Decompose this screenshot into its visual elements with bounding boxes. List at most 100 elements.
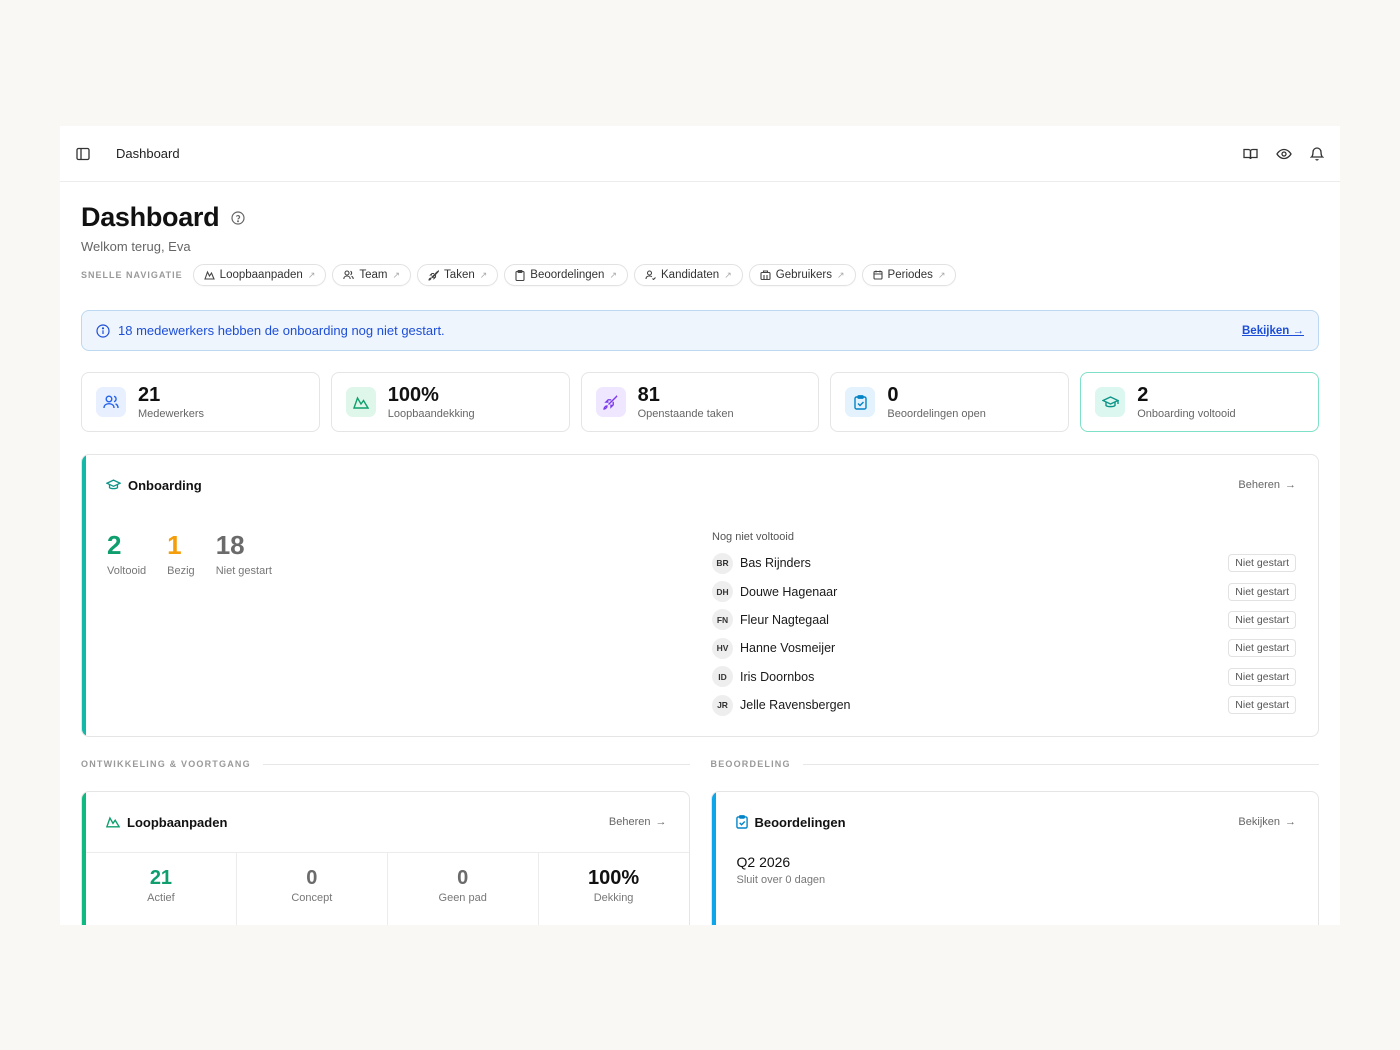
count-value: 2 xyxy=(107,530,122,560)
mountain-icon xyxy=(106,816,120,828)
manage-link[interactable]: Beheren → xyxy=(609,816,667,828)
avatar: BR xyxy=(712,552,733,574)
metric-concept: 0 Concept xyxy=(237,853,388,925)
metric-label: Dekking xyxy=(593,892,634,904)
status-badge: Niet gestart xyxy=(1228,696,1296,715)
stat-loopbaandekking[interactable]: 100% Loopbaandekking xyxy=(330,372,570,432)
chip-label: Periodes xyxy=(887,269,933,281)
list-item[interactable]: HV Hanne Vosmeijer Niet gestart xyxy=(712,634,1296,662)
quicknav-label: SNELLE NAVIGATIE xyxy=(81,270,183,280)
card-accent xyxy=(82,792,86,925)
eye-icon[interactable] xyxy=(1276,148,1292,160)
mountain-icon xyxy=(345,387,376,417)
graduation-cap-icon xyxy=(1095,387,1126,417)
person-name: Bas Rijnders xyxy=(740,556,811,571)
stat-openstaande-taken[interactable]: 81 Openstaande taken xyxy=(580,372,820,432)
stat-value: 100% xyxy=(387,383,439,406)
stat-value: 21 xyxy=(138,383,161,406)
users-icon xyxy=(96,387,126,417)
stat-label: Onboarding voltooid xyxy=(1137,407,1236,420)
book-icon[interactable] xyxy=(1243,147,1258,161)
person-name: Jelle Ravensbergen xyxy=(740,698,851,713)
count-label: Voltooid xyxy=(107,565,147,577)
chip-label: Kandidaten xyxy=(661,269,720,281)
person-name: Iris Doornbos xyxy=(740,669,815,684)
beoordelingen-card: Beoordelingen Bekijken → Q2 2026 Sluit ov… xyxy=(710,791,1319,925)
manage-link[interactable]: Beheren → xyxy=(1238,479,1296,491)
graduation-cap-icon xyxy=(106,479,121,491)
list-item[interactable]: BR Bas Rijnders Niet gestart xyxy=(712,549,1296,577)
avatar: ID xyxy=(712,666,733,688)
bell-icon[interactable] xyxy=(1310,146,1324,161)
metric-value: 0 xyxy=(457,867,469,889)
list-item[interactable]: JR Jelle Ravensbergen Niet gestart xyxy=(712,691,1296,719)
chip-label: Beoordelingen xyxy=(530,269,605,281)
metric-dekking: 100% Dekking xyxy=(539,853,689,925)
main-content: Dashboard Welkom terug, Eva SNELLE NAVIG… xyxy=(60,182,1340,925)
card-accent xyxy=(711,792,716,925)
external-arrow-icon: ↗ xyxy=(307,269,316,280)
clipboard-check-icon xyxy=(735,815,748,829)
metric-actief: 21 Actief xyxy=(86,853,237,925)
arrow-right-icon: → xyxy=(655,816,667,828)
review-period[interactable]: Q2 2026 Sluit over 0 dagen xyxy=(712,852,1319,886)
help-icon[interactable] xyxy=(231,210,245,225)
stat-beoordelingen-open[interactable]: 0 Beoordelingen open xyxy=(830,372,1070,432)
person-name: Hanne Vosmeijer xyxy=(740,641,836,656)
view-link[interactable]: Bekijken → xyxy=(1238,816,1296,828)
count-niet-gestart: 18 Niet gestart xyxy=(216,531,272,719)
chip-team[interactable]: Team ↗ xyxy=(332,264,412,286)
external-arrow-icon: ↗ xyxy=(392,269,401,280)
chip-label: Loopbaanpaden xyxy=(219,269,303,281)
list-item[interactable]: DH Douwe Hagenaar Niet gestart xyxy=(712,577,1296,605)
chip-label: Gebruikers xyxy=(775,269,832,281)
metric-label: Concept xyxy=(291,892,333,904)
list-item[interactable]: ID Iris Doornbos Niet gestart xyxy=(712,663,1296,691)
avatar: DH xyxy=(712,581,733,603)
person-name: Fleur Nagtegaal xyxy=(740,612,829,627)
status-badge: Niet gestart xyxy=(1228,610,1296,629)
manage-label: Beheren xyxy=(1238,479,1280,491)
external-arrow-icon: ↗ xyxy=(479,269,488,280)
chip-label: Taken xyxy=(444,269,475,281)
stat-onboarding-voltooid[interactable]: 2 Onboarding voltooid xyxy=(1080,372,1319,432)
loopbaanpaden-metrics: 21 Actief 0 Concept 0 Geen pad 100% Dekk… xyxy=(86,852,689,925)
chip-periodes[interactable]: Periodes ↗ xyxy=(861,264,957,286)
stat-medewerkers[interactable]: 21 Medewerkers xyxy=(81,372,320,432)
divider xyxy=(802,763,1319,765)
count-label: Niet gestart xyxy=(215,565,272,577)
chip-kandidaten[interactable]: Kandidaten ↗ xyxy=(634,264,743,286)
chip-beoordelingen[interactable]: Beoordelingen ↗ xyxy=(504,264,628,286)
alert-view-link[interactable]: Bekijken → xyxy=(1242,325,1304,337)
loopbaanpaden-card: Loopbaanpaden Beheren → 21 Actief 0 Conce… xyxy=(81,791,690,925)
metric-value: 100% xyxy=(587,867,640,889)
metric-value: 0 xyxy=(306,867,318,889)
card-title: Beoordelingen xyxy=(754,814,846,830)
list-item[interactable]: FN Fleur Nagtegaal Niet gestart xyxy=(712,606,1296,634)
avatar: JR xyxy=(712,694,733,716)
chip-gebruikers[interactable]: Gebruikers ↗ xyxy=(748,264,856,286)
list-header: Nog niet voltooid xyxy=(712,531,794,543)
page-title: Dashboard xyxy=(81,202,220,232)
sidebar-toggle-icon[interactable] xyxy=(76,147,90,161)
chip-loopbaanpaden[interactable]: Loopbaanpaden ↗ xyxy=(192,264,327,286)
stat-label: Medewerkers xyxy=(138,407,205,420)
onboarding-counts: 2 Voltooid 1 Bezig 18 Niet gestart xyxy=(107,531,712,719)
card-accent xyxy=(82,455,86,736)
stat-value: 0 xyxy=(887,383,899,406)
metric-value: 21 xyxy=(149,867,173,889)
app-window: Dashboard Dashboard Welkom terug, Eva SN… xyxy=(60,126,1340,925)
divider xyxy=(262,763,690,765)
metric-label: Actief xyxy=(147,892,175,904)
onboarding-alert: 18 medewerkers hebben de onboarding nog … xyxy=(81,310,1319,351)
avatar: HV xyxy=(712,637,733,659)
card-title: Loopbaanpaden xyxy=(127,814,228,830)
section-label-beoordeling: BEOORDELING xyxy=(710,759,791,769)
chip-taken[interactable]: Taken ↗ xyxy=(417,264,499,286)
count-label: Bezig xyxy=(167,565,195,577)
section-label-ontwikkeling: ONTWIKKELING & VOORTGANG xyxy=(81,759,251,769)
clipboard-check-icon xyxy=(845,387,876,417)
period-title: Q2 2026 xyxy=(736,854,791,870)
breadcrumb[interactable]: Dashboard xyxy=(116,146,180,161)
stat-value: 81 xyxy=(637,383,660,406)
